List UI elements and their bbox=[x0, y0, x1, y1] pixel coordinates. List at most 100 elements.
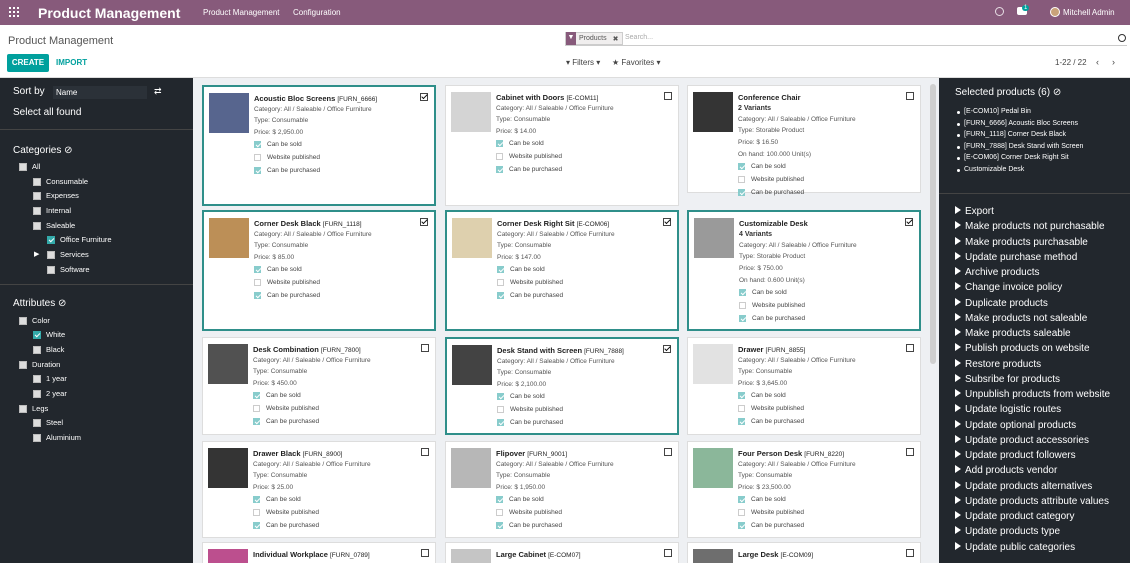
select-checkbox[interactable] bbox=[664, 549, 672, 557]
select-checkbox[interactable] bbox=[905, 218, 913, 226]
product-card[interactable]: Large Desk [E-COM09] bbox=[687, 542, 921, 563]
action-item[interactable]: Change invoice policy bbox=[955, 282, 1062, 293]
filters-dropdown[interactable]: ▾ Filters ▾ bbox=[566, 58, 600, 67]
checkbox[interactable] bbox=[47, 250, 55, 259]
create-button[interactable]: CREATE bbox=[7, 54, 49, 72]
product-name[interactable]: Cabinet with Doors [E-COM11] bbox=[496, 93, 598, 102]
pager-previous-icon[interactable]: ‹ bbox=[1096, 57, 1099, 67]
action-item[interactable]: Archive products bbox=[955, 267, 1039, 278]
product-card[interactable]: Customizable Desk 4 Variants Category: Al… bbox=[687, 210, 921, 331]
action-item[interactable]: Make products purchasable bbox=[955, 236, 1088, 248]
category-saleable[interactable]: Saleable bbox=[33, 221, 75, 230]
category-software[interactable]: Software bbox=[47, 265, 90, 274]
apps-menu-icon[interactable] bbox=[9, 7, 19, 17]
product-card[interactable]: Acoustic Bloc Screens [FURN_6666] Categor… bbox=[202, 85, 436, 206]
product-card[interactable]: Corner Desk Black [FURN_1118] Category: A… bbox=[202, 210, 436, 331]
product-card[interactable]: Corner Desk Right Sit [E-COM06] Category:… bbox=[445, 210, 679, 331]
search-facet[interactable]: ▼ Products ✖ bbox=[565, 32, 623, 45]
category-consumable[interactable]: Consumable bbox=[33, 177, 88, 186]
select-checkbox[interactable] bbox=[906, 549, 914, 557]
import-button[interactable]: IMPORT bbox=[56, 58, 87, 67]
pager-value[interactable]: 1-22 / 22 bbox=[1055, 58, 1087, 67]
product-name[interactable]: Desk Combination [FURN_7800] bbox=[253, 345, 361, 354]
checkbox[interactable] bbox=[33, 177, 41, 186]
action-item[interactable]: Duplicate products bbox=[955, 297, 1048, 309]
select-checkbox[interactable] bbox=[664, 92, 672, 100]
product-card[interactable]: Conference Chair 2 Variants Category: All… bbox=[687, 85, 921, 196]
attribute-color[interactable]: Color bbox=[19, 316, 50, 325]
select-checkbox[interactable] bbox=[663, 218, 671, 226]
action-item[interactable]: Make products not saleable bbox=[955, 312, 1087, 324]
product-card[interactable]: Cabinet with Doors [E-COM11] Category: Al… bbox=[445, 85, 679, 206]
product-name[interactable]: Corner Desk Right Sit [E-COM06] bbox=[497, 219, 609, 228]
scrollbar[interactable] bbox=[930, 84, 936, 364]
attribute-duration[interactable]: Duration bbox=[19, 360, 60, 369]
action-item[interactable]: Update products alternatives bbox=[955, 480, 1092, 492]
select-all-link[interactable]: Select all found bbox=[13, 107, 81, 118]
search-icon[interactable] bbox=[1118, 34, 1126, 42]
action-item[interactable]: Update public categories bbox=[955, 541, 1075, 553]
product-card[interactable]: Large Cabinet [E-COM07] bbox=[445, 542, 679, 563]
product-name[interactable]: Large Cabinet [E-COM07] bbox=[496, 550, 581, 559]
product-name[interactable]: Flipover [FURN_9001] bbox=[496, 449, 567, 458]
sort-order-icon[interactable]: ⇄ bbox=[154, 86, 162, 97]
expand-caret-icon[interactable]: ▶ bbox=[34, 250, 39, 258]
product-name[interactable]: Corner Desk Black [FURN_1118] bbox=[254, 219, 362, 228]
product-card[interactable]: Four Person Desk [FURN_8220] Category: Al… bbox=[687, 441, 921, 538]
action-item[interactable]: Update products type bbox=[955, 526, 1060, 537]
product-card[interactable]: Flipover [FURN_9001] Category: All / Sale… bbox=[445, 441, 679, 538]
action-item[interactable]: Update products attribute values bbox=[955, 495, 1109, 507]
attribute-steel[interactable]: Steel bbox=[33, 418, 63, 427]
checkbox[interactable] bbox=[19, 316, 27, 325]
select-checkbox[interactable] bbox=[663, 345, 671, 353]
menu-product-management[interactable]: Product Management bbox=[203, 8, 280, 17]
action-item[interactable]: Publish products on website bbox=[955, 343, 1090, 354]
menu-configuration[interactable]: Configuration bbox=[293, 8, 341, 17]
checkbox[interactable] bbox=[33, 221, 41, 230]
select-checkbox[interactable] bbox=[420, 218, 428, 226]
select-checkbox[interactable] bbox=[421, 344, 429, 352]
action-item[interactable]: Export bbox=[955, 206, 994, 217]
checkbox[interactable] bbox=[19, 360, 27, 369]
checkbox[interactable] bbox=[33, 206, 41, 215]
product-name[interactable]: Desk Stand with Screen [FURN_7888] bbox=[497, 346, 624, 355]
product-card[interactable]: Individual Workplace [FURN_0789] bbox=[202, 542, 436, 563]
attribute-aluminium[interactable]: Aluminium bbox=[33, 433, 81, 442]
category-office-furniture[interactable]: Office Furniture bbox=[47, 235, 112, 244]
action-item[interactable]: Make products saleable bbox=[955, 328, 1071, 339]
category-internal[interactable]: Internal bbox=[33, 206, 71, 215]
select-checkbox[interactable] bbox=[421, 448, 429, 456]
product-card[interactable]: Desk Combination [FURN_7800] Category: Al… bbox=[202, 337, 436, 435]
checkbox[interactable] bbox=[47, 235, 55, 244]
product-card[interactable]: Desk Stand with Screen [FURN_7888] Catego… bbox=[445, 337, 679, 435]
product-name[interactable]: Conference Chair bbox=[738, 93, 801, 102]
product-name[interactable]: Four Person Desk [FURN_8220] bbox=[738, 449, 844, 458]
action-item[interactable]: Update logistic routes bbox=[955, 404, 1061, 415]
action-item[interactable]: Restore products bbox=[955, 358, 1041, 370]
checkbox[interactable] bbox=[33, 389, 41, 398]
action-item[interactable]: Make products not purchasable bbox=[955, 221, 1105, 232]
favorites-dropdown[interactable]: ★ Favorites ▾ bbox=[612, 58, 661, 67]
action-item[interactable]: Update product category bbox=[955, 511, 1075, 522]
attribute-legs[interactable]: Legs bbox=[19, 404, 48, 413]
attribute-1-year[interactable]: 1 year bbox=[33, 374, 67, 383]
checkbox[interactable] bbox=[33, 191, 41, 200]
action-item[interactable]: Update purchase method bbox=[955, 251, 1077, 263]
avatar[interactable] bbox=[1050, 7, 1060, 17]
checkbox[interactable] bbox=[33, 345, 41, 354]
product-name[interactable]: Large Desk [E-COM09] bbox=[738, 550, 813, 559]
action-item[interactable]: Update product accessories bbox=[955, 434, 1089, 446]
checkbox[interactable] bbox=[33, 418, 41, 427]
attribute-black[interactable]: Black bbox=[33, 345, 64, 354]
action-item[interactable]: Unpublish products from website bbox=[955, 389, 1110, 400]
search-bar[interactable]: ▼ Products ✖ Search... bbox=[565, 32, 1127, 46]
product-card[interactable]: Drawer [FURN_8855] Category: All / Saleab… bbox=[687, 337, 921, 435]
checkbox[interactable] bbox=[19, 404, 27, 413]
sort-select[interactable]: Name bbox=[53, 86, 147, 99]
select-checkbox[interactable] bbox=[906, 92, 914, 100]
select-checkbox[interactable] bbox=[664, 448, 672, 456]
action-item[interactable]: Update product followers bbox=[955, 450, 1076, 461]
user-menu[interactable]: Mitchell Admin bbox=[1063, 8, 1115, 17]
category-services[interactable]: Services bbox=[47, 250, 89, 259]
checkbox[interactable] bbox=[47, 265, 55, 274]
